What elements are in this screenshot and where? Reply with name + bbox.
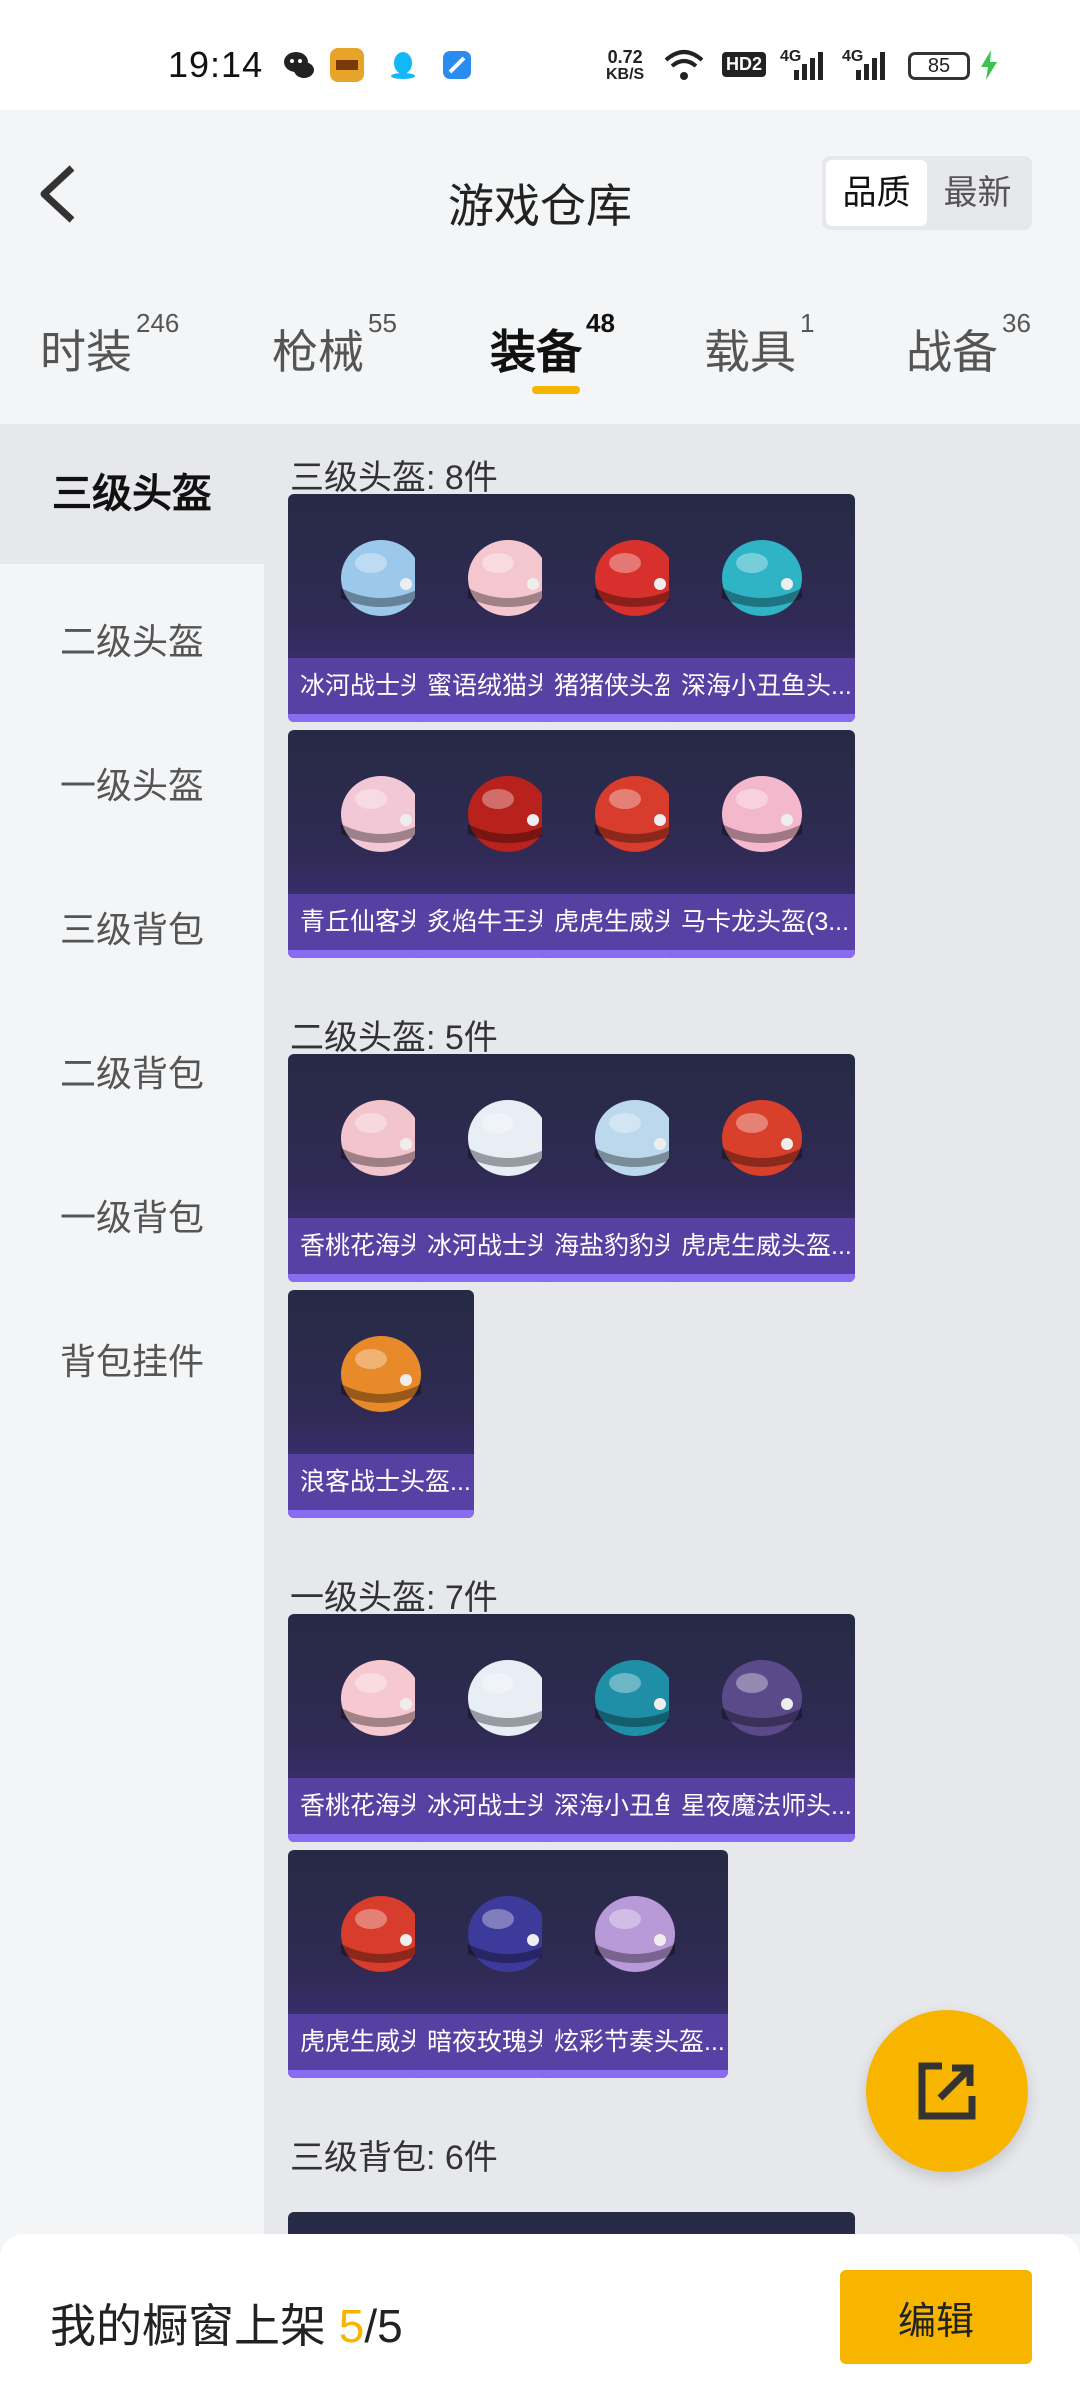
hd-badge: HD2 (722, 52, 767, 86)
tab-count: 36 (1002, 308, 1031, 338)
external-link-icon (918, 2062, 976, 2120)
sidebar-item-level2-helmet[interactable]: 二级头盔 (0, 572, 264, 712)
bottom-bar: 我的橱窗上架 5/5 编辑 (0, 2234, 1080, 2400)
tab-guns[interactable]: 枪械55 (272, 308, 397, 382)
edit-button[interactable]: 编辑 (840, 2270, 1032, 2364)
item-card[interactable]: 浪客战士头盔... (288, 1289, 474, 1518)
sidebar-item-level3-helmet[interactable]: 三级头盔 (0, 424, 264, 564)
active-tab-indicator (532, 386, 580, 394)
item-card-label: 深海小丑鱼头... (669, 658, 855, 714)
status-time: 19:14 (168, 44, 264, 85)
sidebar: 三级头盔 二级头盔 一级头盔 三级背包 二级背包 一级背包 背包挂件 (0, 424, 264, 2234)
tab-count: 48 (586, 308, 615, 338)
charging-icon (978, 48, 1000, 82)
tab-count: 246 (136, 308, 180, 338)
tab-label: 装备 (490, 326, 582, 378)
rarity-bar (669, 949, 855, 958)
wechat-icon (282, 48, 316, 82)
sort-quality[interactable]: 品质 (826, 160, 927, 226)
sort-newest[interactable]: 最新 (927, 160, 1028, 226)
sidebar-item-level2-backpack[interactable]: 二级背包 (0, 1004, 264, 1144)
showcase-total: 5 (377, 2300, 403, 2352)
net-speed-value: 0.72 (607, 47, 643, 67)
rarity-bar (669, 1834, 855, 1842)
item-card[interactable]: 深海小丑鱼头... (669, 494, 855, 722)
category-tabs: 时装246 枪械55 装备48 载具1 战备36 (0, 300, 1080, 420)
helmet-icon (722, 1660, 802, 1736)
item-card-label: 马卡龙头盔(3... (669, 893, 855, 950)
section-title: 三级头盔: 8件 (290, 459, 498, 497)
item-card[interactable]: 炫彩节奏头盔... (542, 1849, 728, 2078)
section-title: 三级背包: 6件 (290, 2139, 498, 2177)
section-title: 二级头盔: 5件 (290, 1019, 498, 1057)
item-card[interactable]: 马卡龙头盔(3... (669, 729, 855, 958)
sort-toggle: 品质 最新 (822, 156, 1032, 230)
tab-fashion[interactable]: 时装246 (40, 308, 179, 382)
battery-indicator: 85 (908, 52, 970, 80)
rarity-bar (542, 2069, 728, 2078)
tab-battle-prep[interactable]: 战备36 (906, 308, 1031, 382)
helmet-icon (595, 1895, 675, 1972)
tab-label: 枪械 (272, 326, 364, 378)
sidebar-item-level3-backpack[interactable]: 三级背包 (0, 860, 264, 1000)
showcase-current: 5 (338, 2300, 365, 2352)
showcase-label: 我的橱窗上架 (50, 2300, 326, 2352)
status-bar: 19:14 0.72 KB/S HD2 4G 4G 85 (0, 0, 1080, 110)
helmet-icon (341, 1335, 421, 1412)
feather-app-icon (440, 48, 474, 82)
wifi-icon (662, 48, 706, 82)
tab-vehicles[interactable]: 载具1 (704, 308, 814, 382)
helmet-icon (722, 1100, 802, 1176)
item-card-label: 虎虎生威头盔... (669, 1218, 855, 1274)
tab-label: 载具 (704, 326, 796, 378)
game-app-icon (330, 48, 364, 82)
tab-label: 时装 (40, 326, 132, 378)
item-card[interactable] (669, 2212, 855, 2234)
item-grid-area: 三级头盔: 8件 二级头盔: 5件 一级头盔: 7件 三级背包: 6件 冰河战士… (264, 424, 1080, 2234)
item-card-label: 浪客战士头盔... (288, 1453, 474, 1510)
hd-badge-text: HD2 (722, 52, 767, 77)
helmet-icon (722, 775, 802, 852)
helmet-icon (722, 540, 802, 616)
item-card-label: 炫彩节奏头盔... (542, 2013, 728, 2070)
rarity-bar (669, 1274, 855, 1282)
tab-count: 55 (368, 308, 397, 338)
sidebar-item-level1-helmet[interactable]: 一级头盔 (0, 716, 264, 856)
net-speed-unit: KB/S (606, 66, 645, 83)
item-card-label: 星夜魔法师头... (669, 1778, 855, 1834)
sidebar-item-level1-backpack[interactable]: 一级背包 (0, 1148, 264, 1288)
showcase-separator: / (364, 2300, 378, 2352)
net-speed: 0.72 KB/S (606, 48, 644, 84)
sidebar-item-backpack-charm[interactable]: 背包挂件 (0, 1292, 264, 1432)
section-title: 一级头盔: 7件 (290, 1579, 498, 1617)
qq-icon (386, 48, 420, 82)
tab-label: 战备 (906, 326, 998, 378)
tab-count: 1 (800, 308, 815, 338)
showcase-status: 我的橱窗上架 5/5 (50, 2290, 403, 2356)
rarity-bar (669, 714, 855, 722)
rarity-bar (288, 1509, 474, 1518)
tab-equipment[interactable]: 装备48 (490, 308, 615, 382)
item-card[interactable]: 虎虎生威头盔... (669, 1054, 855, 1282)
share-fab-button[interactable] (866, 2010, 1028, 2172)
item-card[interactable]: 星夜魔法师头... (669, 1614, 855, 1842)
